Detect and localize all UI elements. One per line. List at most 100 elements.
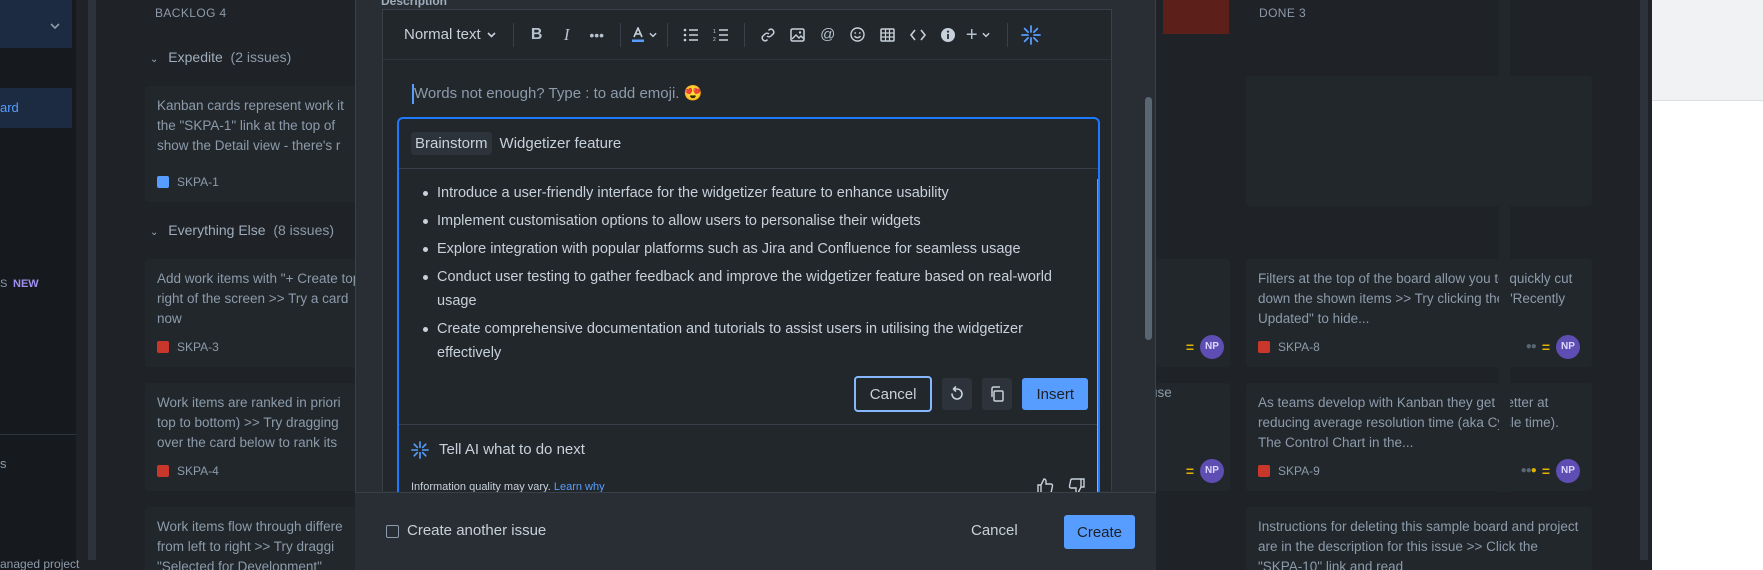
editor-placeholder: Words not enough? Type : to add emoji. 😍 bbox=[414, 85, 703, 102]
swimlane-everything-else[interactable]: ⌄ Everything Else (8 issues) bbox=[150, 222, 334, 238]
insert-element-button[interactable]: + bbox=[964, 19, 992, 51]
board-scrollbar[interactable] bbox=[88, 0, 96, 560]
column-header-limit-warning bbox=[1163, 0, 1229, 34]
priority-medium-icon: = bbox=[1185, 463, 1194, 479]
bold-icon: B bbox=[530, 25, 543, 43]
issue-card[interactable]: = NP bbox=[1150, 259, 1230, 367]
numbered-list-button[interactable]: 12 bbox=[707, 19, 735, 51]
avatar: NP bbox=[1200, 459, 1224, 483]
text-color-icon bbox=[631, 26, 644, 42]
modal-footer: Create another issue Cancel Create bbox=[355, 492, 1156, 570]
new-badge: NEW bbox=[13, 278, 39, 290]
ai-brainstorm-panel: Brainstorm Widgetizer feature Introduce … bbox=[397, 117, 1100, 497]
sidebar-divider bbox=[0, 434, 76, 435]
ai-cancel-button[interactable]: Cancel bbox=[853, 376, 933, 412]
board-scrollbar-right[interactable] bbox=[1640, 0, 1648, 560]
avatar: NP bbox=[1200, 335, 1224, 359]
avatar: NP bbox=[1556, 459, 1580, 483]
retry-icon bbox=[951, 386, 964, 400]
info-icon bbox=[940, 27, 955, 42]
copy-icon bbox=[991, 386, 1005, 402]
create-another-checkbox[interactable] bbox=[386, 525, 399, 538]
issue-card[interactable]: As teams develop with Kanban they get be… bbox=[1246, 383, 1592, 491]
sidebar-header bbox=[0, 0, 72, 48]
side-panel-divider bbox=[1652, 100, 1763, 101]
swimlane-count: (2 issues) bbox=[230, 49, 292, 65]
link-button[interactable] bbox=[754, 19, 782, 51]
code-button[interactable] bbox=[904, 19, 932, 51]
more-formatting-button[interactable]: ••• bbox=[583, 19, 611, 51]
italic-button[interactable]: I bbox=[553, 19, 581, 51]
mention-icon: @ bbox=[820, 26, 836, 43]
issue-card[interactable]: Work items flow through differe from lef… bbox=[145, 507, 375, 570]
sidebar-item-board[interactable]: ard bbox=[0, 88, 72, 128]
estimate-dots-icon: ●●● bbox=[1520, 465, 1537, 476]
card-summary: Work items flow through differe from lef… bbox=[157, 519, 343, 570]
modal-scrollbar-thumb[interactable] bbox=[1145, 97, 1152, 340]
ai-next-prompt-input[interactable]: Tell AI what to do next bbox=[399, 424, 1098, 474]
create-button[interactable]: Create bbox=[1064, 515, 1136, 549]
side-panel bbox=[1652, 0, 1763, 570]
numbered-list-icon: 12 bbox=[713, 29, 728, 42]
text-color-button[interactable] bbox=[630, 19, 658, 51]
plus-icon: + bbox=[965, 23, 978, 46]
card-summary: Kanban cards represent work it the "SKPA… bbox=[157, 98, 344, 153]
more-icon: ••• bbox=[589, 26, 605, 43]
text-style-dropdown[interactable]: Normal text bbox=[396, 19, 504, 51]
table-button[interactable] bbox=[874, 19, 902, 51]
bug-type-icon bbox=[157, 341, 169, 353]
code-icon bbox=[909, 29, 926, 40]
description-label: Description bbox=[381, 0, 448, 8]
svg-text:1: 1 bbox=[713, 29, 716, 35]
retry-button[interactable] bbox=[942, 378, 973, 410]
column-header-done: DONE 3 bbox=[1259, 6, 1307, 20]
emoji-button[interactable] bbox=[844, 19, 872, 51]
ai-actions: Cancel Insert bbox=[853, 376, 1088, 412]
chevron-down-icon: ⌄ bbox=[150, 54, 159, 65]
mention-button[interactable]: @ bbox=[814, 19, 842, 51]
cancel-button[interactable]: Cancel bbox=[971, 522, 1018, 539]
chevron-down-icon bbox=[487, 31, 496, 38]
copy-button[interactable] bbox=[982, 378, 1013, 410]
info-panel-button[interactable] bbox=[934, 19, 962, 51]
task-type-icon bbox=[157, 176, 169, 188]
ai-prompt-header: Brainstorm Widgetizer feature bbox=[399, 119, 1098, 169]
card-summary: Filters at the top of the board allow yo… bbox=[1258, 271, 1573, 326]
issue-card[interactable]: Add work items with "+ Create top right … bbox=[145, 259, 375, 367]
ai-insert-button[interactable]: Insert bbox=[1022, 378, 1088, 410]
bold-button[interactable]: B bbox=[523, 19, 551, 51]
bullet-list-icon bbox=[683, 28, 698, 41]
ai-sparkle-icon bbox=[411, 440, 429, 459]
issue-key: SKPA-9 bbox=[1278, 464, 1320, 478]
chevron-down-icon: ⌄ bbox=[150, 227, 159, 238]
editor-toolbar: Normal text B I ••• 12 @ + bbox=[383, 10, 1111, 60]
list-item: Create comprehensive documentation and t… bbox=[423, 317, 1058, 365]
toolbar-divider bbox=[666, 22, 668, 47]
issue-card[interactable]: Kanban cards represent work it the "SKPA… bbox=[145, 86, 375, 202]
issue-key: SKPA-4 bbox=[177, 464, 219, 478]
card-summary: As teams develop with Kanban they get be… bbox=[1258, 395, 1559, 450]
column-header-backlog: BACKLOG 4 bbox=[155, 6, 227, 20]
toolbar-divider bbox=[619, 22, 621, 47]
sidebar-item-label: ard bbox=[0, 100, 19, 115]
card-summary: Add work items with "+ Create top right … bbox=[157, 271, 361, 326]
toolbar-divider bbox=[1006, 22, 1008, 47]
issue-card[interactable]: use = NP bbox=[1150, 383, 1230, 491]
text-style-label: Normal text bbox=[404, 26, 481, 43]
swimlane-expedite[interactable]: ⌄ Expedite (2 issues) bbox=[150, 49, 291, 65]
svg-text:2: 2 bbox=[713, 37, 716, 42]
image-button[interactable] bbox=[784, 19, 812, 51]
bullet-list-button[interactable] bbox=[677, 19, 705, 51]
sidebar-item-label: S bbox=[0, 278, 8, 290]
estimate-dots-icon: ●● bbox=[1525, 341, 1537, 352]
link-icon bbox=[761, 27, 775, 42]
issue-card[interactable]: Filters at the top of the board allow yo… bbox=[1246, 259, 1592, 367]
issue-key: SKPA-8 bbox=[1278, 340, 1320, 354]
ai-assist-button[interactable] bbox=[1017, 19, 1045, 51]
issue-card[interactable]: Instructions for deleting this sample bo… bbox=[1246, 507, 1592, 570]
chevron-down-icon bbox=[50, 23, 60, 30]
issue-card[interactable]: Work items are ranked in priori top to b… bbox=[145, 383, 375, 491]
sidebar-item-label: s bbox=[0, 456, 7, 471]
issue-key: SKPA-1 bbox=[177, 175, 219, 189]
avatar: NP bbox=[1556, 335, 1580, 359]
